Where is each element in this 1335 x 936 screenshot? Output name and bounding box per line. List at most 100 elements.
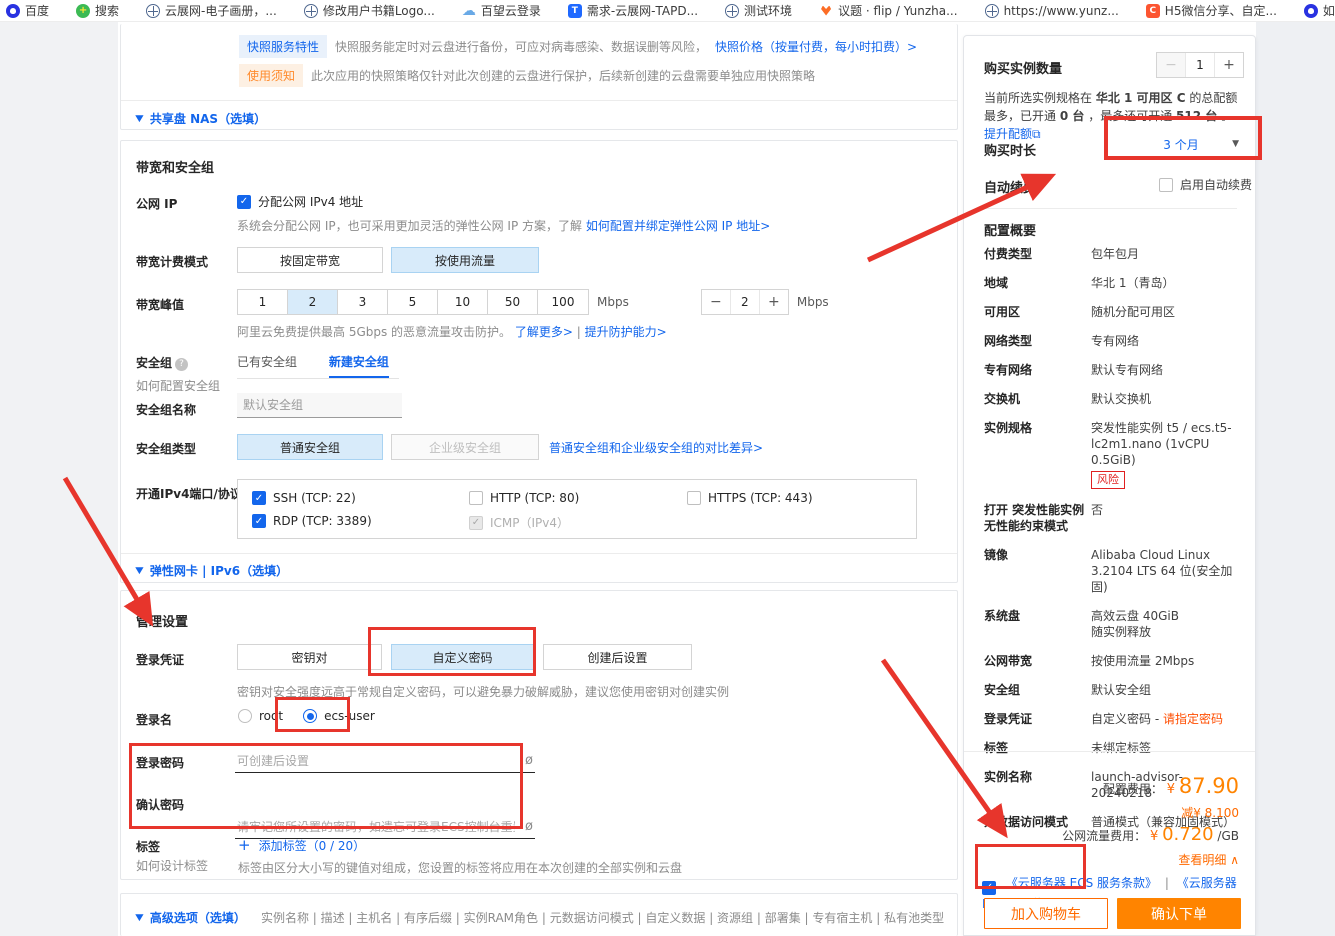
bookmark-label: 百度 xyxy=(25,2,49,19)
sg-type-label: 安全组类型 xyxy=(136,440,196,457)
set-later-button[interactable]: 创建后设置 xyxy=(543,644,692,670)
plus-button[interactable]: + xyxy=(760,290,788,314)
add-to-cart-button[interactable]: 加入购物车 xyxy=(984,898,1108,929)
bandwidth-option[interactable]: 10 xyxy=(438,290,488,314)
tab-existing-sg[interactable]: 已有安全组 xyxy=(237,353,297,376)
tag-label: 标签 xyxy=(136,838,160,855)
bookmark-item[interactable]: 百度 xyxy=(6,2,49,19)
bandwidth-option-selected[interactable]: 2 xyxy=(288,290,338,314)
billing-mode-label: 带宽计费模式 xyxy=(136,253,208,270)
bookmark-label: 云展网-电子画册，... xyxy=(165,2,277,19)
sg-compare-link[interactable]: 普通安全组和企业级安全组的对比差异> xyxy=(549,439,763,456)
duration-select[interactable]: 3 个月 ▼ xyxy=(1121,136,1241,158)
ecs-user-radio[interactable] xyxy=(303,709,317,723)
bookmark-item[interactable]: 需求-云展网-TAPD... xyxy=(568,2,698,19)
summary-row: 可用区随机分配可用区 xyxy=(984,304,1240,320)
minus-button[interactable]: − xyxy=(702,290,730,314)
bandwidth-option[interactable]: 1 xyxy=(238,290,288,314)
sg-name-input[interactable] xyxy=(237,393,402,418)
protection-link[interactable]: 提升防护能力> xyxy=(585,325,667,339)
custom-password-button[interactable]: 自定义密码 xyxy=(391,644,534,670)
auto-renew-checkbox[interactable] xyxy=(1159,178,1173,192)
snapshot-feature-badge: 快照服务特性 xyxy=(239,35,327,58)
bookmark-item[interactable]: H5微信分享、自定... xyxy=(1146,2,1277,19)
bookmark-item[interactable]: https://www.yunz... xyxy=(985,4,1119,18)
terms-checkbox[interactable] xyxy=(982,881,996,895)
bookmark-item[interactable]: 测试环境 xyxy=(725,2,792,19)
help-icon[interactable]: ? xyxy=(175,358,188,371)
summary-row: 打开 突发性能实例 无性能约束模式否 xyxy=(984,502,1240,534)
cloud-icon: ☁ xyxy=(462,4,476,18)
raise-quota-link[interactable]: 提升配额 xyxy=(984,127,1032,141)
summary-list: 付费类型包年包月 地域华北 1（青岛） 可用区随机分配可用区 网络类型专有网络 … xyxy=(984,246,1240,843)
ecs-user-label: ecs-user xyxy=(324,709,375,723)
traffic-fee-label: 公网流量费用： xyxy=(1062,829,1146,843)
sg-type-enterprise-button[interactable]: 企业级安全组 xyxy=(391,434,539,460)
sg-type-normal-button[interactable]: 普通安全组 xyxy=(237,434,383,460)
quantity-value[interactable]: 1 xyxy=(1185,53,1215,77)
add-tag-link[interactable]: 添加标签（0 / 20） xyxy=(259,837,366,854)
advanced-section-toggle[interactable]: 高级选项（选填） xyxy=(150,909,246,926)
summary-row: 网络类型专有网络 xyxy=(984,333,1240,349)
ecs-terms-link[interactable]: 《云服务器 ECS 服务条款》 xyxy=(1006,876,1157,890)
bookmark-item[interactable]: 议题 · flip / Yunzha... xyxy=(819,2,958,19)
keypair-button[interactable]: 密钥对 xyxy=(237,644,382,670)
bookmark-item[interactable]: 修改用户书籍Logo... xyxy=(304,2,435,19)
snapshot-notice-badge: 使用须知 xyxy=(239,64,303,87)
duration-label: 购买时长 xyxy=(984,140,1036,159)
view-detail-link[interactable]: 查看明细 ∧ xyxy=(1178,853,1239,867)
security-group-label: 安全组 xyxy=(136,356,172,370)
bandwidth-stepper-value[interactable]: 2 xyxy=(730,290,760,314)
eip-config-link[interactable]: 如何配置并绑定弹性公网 IP 地址> xyxy=(586,219,770,233)
bandwidth-option[interactable]: 100 xyxy=(538,290,588,314)
advanced-card: ▼ 高级选项（选填） 实例名称 | 描述 | 主机名 | 有序后缀 | 实例RA… xyxy=(120,893,958,936)
learn-more-link[interactable]: 了解更多> xyxy=(515,325,573,339)
risk-badge[interactable]: 风险 xyxy=(1091,471,1125,489)
root-label: root xyxy=(259,709,283,723)
public-ip-desc: 系统会分配公网 IP，也可采用更加灵活的弹性公网 IP 方案，了解 xyxy=(237,219,582,233)
https-checkbox[interactable] xyxy=(687,491,701,505)
password-input[interactable] xyxy=(235,749,535,773)
billing-fixed-button[interactable]: 按固定带宽 xyxy=(237,247,383,273)
rdp-checkbox[interactable] xyxy=(252,514,266,528)
ssh-checkbox[interactable] xyxy=(252,491,266,505)
bookmark-item[interactable]: 搜索 xyxy=(76,2,119,19)
eye-off-icon[interactable]: ø xyxy=(525,753,533,768)
gitlab-icon xyxy=(819,4,833,18)
billing-traffic-button[interactable]: 按使用流量 xyxy=(391,247,539,273)
section-title: 带宽和安全组 xyxy=(136,157,214,176)
credential-label: 登录凭证 xyxy=(136,651,184,668)
ports-box: SSH (TCP: 22) HTTP (TCP: 80) HTTPS (TCP:… xyxy=(237,479,917,539)
summary-row: 付费类型包年包月 xyxy=(984,246,1240,262)
bookmark-item[interactable]: ☁百望云登录 xyxy=(462,2,541,19)
nas-section-toggle[interactable]: 共享盘 NAS（选填） xyxy=(150,110,266,127)
page-right-margin xyxy=(1256,22,1335,936)
bandwidth-option[interactable]: 3 xyxy=(338,290,388,314)
assign-ipv4-checkbox[interactable] xyxy=(237,195,251,209)
plus-button[interactable]: + xyxy=(1215,53,1243,77)
currency-symbol: ¥ xyxy=(1150,829,1158,844)
eye-off-icon[interactable]: ø xyxy=(525,819,533,834)
quota-remain: 512 台 xyxy=(1176,109,1217,123)
icmp-checkbox[interactable] xyxy=(469,516,483,530)
bandwidth-option[interactable]: 50 xyxy=(488,290,538,314)
bookmark-item[interactable]: 云展网-电子画册，... xyxy=(146,2,277,19)
icmp-label: ICMP（IPv4） xyxy=(490,514,569,531)
login-name-label: 登录名 xyxy=(136,711,172,728)
tag-design-help-link[interactable]: 如何设计标签 xyxy=(136,859,208,873)
snapshot-feature-text: 快照服务能定时对云盘进行备份，可应对病毒感染、数据误删等风险， xyxy=(335,38,707,55)
minus-button[interactable]: − xyxy=(1157,53,1185,77)
sg-config-help-link[interactable]: 如何配置安全组 xyxy=(136,379,220,393)
summary-row: 交换机默认交换机 xyxy=(984,391,1240,407)
bookmark-item[interactable]: 如何设置华为 xyxy=(1304,2,1335,19)
http-checkbox[interactable] xyxy=(469,491,483,505)
tab-new-sg[interactable]: 新建安全组 xyxy=(329,353,389,378)
summary-row: 镜像Alibaba Cloud Linux 3.2104 LTS 64 位(安全… xyxy=(984,547,1240,595)
root-radio[interactable] xyxy=(238,709,252,723)
eni-section-toggle[interactable]: 弹性网卡 | IPv6（选填） xyxy=(150,562,288,579)
snapshot-price-link[interactable]: 快照价格（按量付费，每小时扣费）> xyxy=(715,38,917,55)
submit-order-button[interactable]: 确认下单 xyxy=(1117,898,1241,929)
bandwidth-option[interactable]: 5 xyxy=(388,290,438,314)
csdn-icon xyxy=(1146,4,1160,18)
advanced-items: 实例名称 | 描述 | 主机名 | 有序后缀 | 实例RAM角色 | 元数据访问… xyxy=(261,909,944,926)
